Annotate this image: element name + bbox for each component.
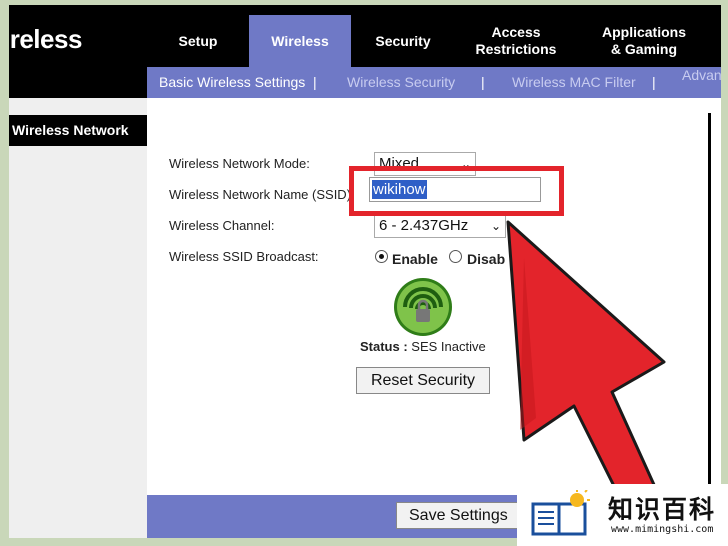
save-settings-button[interactable]: Save Settings	[396, 502, 518, 529]
tab-access-restrictions[interactable]: Access Restrictions	[455, 15, 577, 67]
watermark-title: 知识百科	[608, 495, 717, 524]
book-bulb-icon	[531, 490, 590, 536]
subnav-wireless-security[interactable]: Wireless Security	[347, 74, 455, 90]
sidebar: Wireless Network	[9, 98, 147, 538]
tab-security[interactable]: Security	[351, 15, 455, 67]
chevron-down-icon: ⌄	[490, 219, 501, 233]
broadcast-disable-label: Disab	[467, 251, 506, 267]
brand-area: ireless	[9, 10, 147, 100]
subnav-wireless-mac-filter[interactable]: Wireless MAC Filter	[512, 74, 636, 90]
subnav-basic-wireless-settings[interactable]: Basic Wireless Settings	[159, 74, 305, 90]
ses-status: Status : SES Inactive	[360, 339, 486, 354]
router-admin-page: ireless Setup Wireless Security Access R…	[9, 5, 721, 538]
channel-select[interactable]: 6 - 2.437GHz ⌄	[374, 214, 506, 238]
broadcast-enable-label: Enable	[392, 251, 438, 267]
main-tabs: Setup Wireless Security Access Restricti…	[147, 15, 721, 67]
tab-wireless[interactable]: Wireless	[249, 15, 351, 67]
content-top-strip	[147, 98, 721, 105]
subnav-separator: |	[313, 74, 317, 90]
channel-label: Wireless Channel:	[169, 218, 275, 233]
broadcast-disable-radio[interactable]	[449, 250, 462, 263]
screenshot-frame: ireless Setup Wireless Security Access R…	[0, 0, 728, 546]
network-name-label: Wireless Network Name (SSID):	[169, 187, 355, 202]
tab-applications-gaming[interactable]: Applications & Gaming	[577, 15, 711, 67]
tab-setup[interactable]: Setup	[147, 15, 249, 67]
watermark-logo: 知识百科 www.mimingshi.com	[517, 484, 728, 546]
status-value: SES Inactive	[411, 339, 486, 354]
network-mode-label: Wireless Network Mode:	[169, 156, 310, 171]
section-title: ireless	[9, 24, 82, 54]
status-label: Status :	[360, 339, 408, 354]
ssid-highlight-box	[349, 166, 564, 216]
sub-navigation: Basic Wireless Settings | Wireless Secur…	[147, 67, 721, 98]
ssid-broadcast-label: Wireless SSID Broadcast:	[169, 249, 319, 264]
channel-value: 6 - 2.437GHz	[379, 217, 469, 234]
subnav-advanced[interactable]: Advan	[682, 67, 721, 83]
subnav-separator: |	[481, 74, 485, 90]
watermark-url: www.mimingshi.com	[611, 524, 714, 535]
subnav-separator: |	[652, 74, 656, 90]
ses-button-icon[interactable]	[393, 277, 453, 337]
reset-security-button[interactable]: Reset Security	[356, 367, 490, 394]
broadcast-enable-radio[interactable]	[375, 250, 388, 263]
sidebar-header: Wireless Network	[9, 115, 147, 146]
scroll-edge	[708, 113, 711, 498]
